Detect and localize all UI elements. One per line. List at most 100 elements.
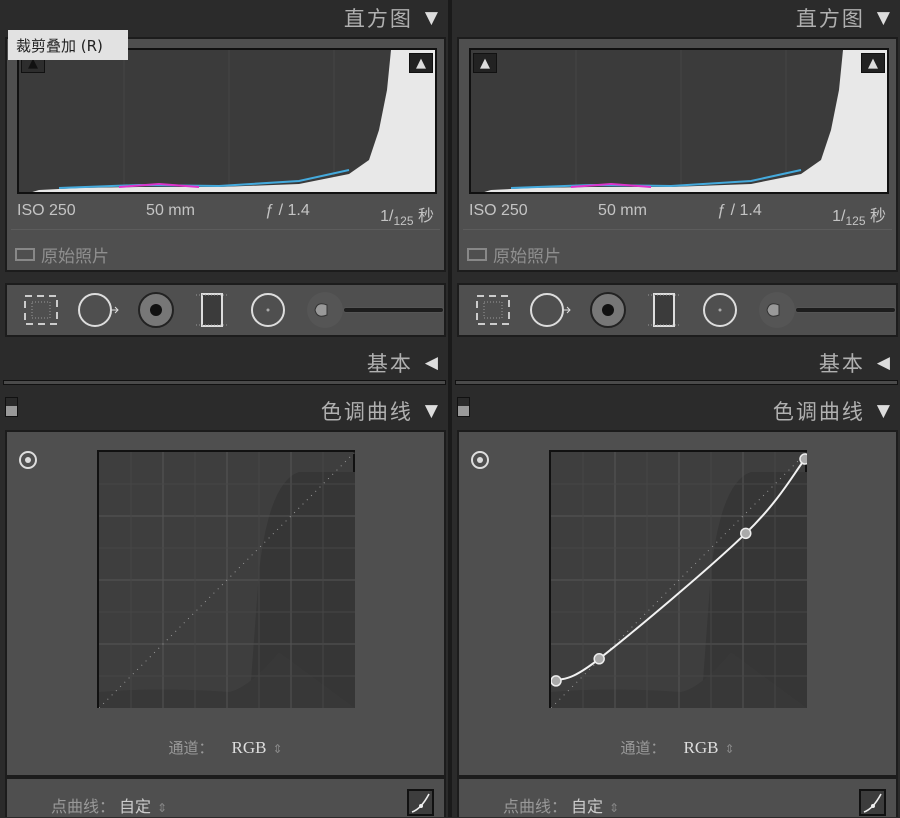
shutter-den: 125 — [393, 214, 414, 229]
shadow-clipping-toggle[interactable]: ▲ — [473, 53, 497, 73]
point-curve-edit-button[interactable] — [859, 789, 886, 816]
histogram-panel: ▲ ▲ ISO 250 50 mm ƒ / 1.4 1/125 秒 原始照片 — [5, 37, 446, 272]
collapse-triangle-icon[interactable]: ▼ — [877, 8, 892, 28]
highlight-clipping-toggle[interactable]: ▲ — [409, 53, 433, 73]
graduated-filter-button[interactable] — [644, 289, 684, 331]
spot-removal-icon — [78, 293, 120, 327]
targeted-adjustment-icon[interactable] — [19, 451, 37, 469]
tone-curve-panel: 通道： RGB ⇕ — [5, 430, 446, 777]
point-curve-edit-button[interactable] — [407, 789, 434, 816]
tone-curve-graph[interactable] — [97, 450, 356, 709]
brush-icon — [758, 292, 795, 328]
brush-icon — [306, 292, 343, 328]
updown-icon[interactable]: ⇕ — [609, 801, 619, 815]
histogram-luminance — [484, 50, 887, 192]
histogram-header[interactable]: 直方图 ▼ — [452, 0, 900, 36]
radial-filter-icon — [251, 293, 286, 327]
basic-header[interactable]: 基本 ◀ — [0, 345, 448, 381]
tone-curve-title: 色调曲线 — [772, 400, 865, 424]
shutter-num: 1/ — [380, 208, 394, 225]
shutter-speed: 1/125 秒 — [380, 202, 434, 228]
channel-select[interactable]: RGB — [231, 738, 266, 757]
shutter-den: 125 — [845, 214, 866, 229]
focal-length: 50 mm — [598, 202, 647, 219]
develop-panel-before: 直方图 ▼ ▲ ▲ ISO 250 50 mm ƒ / 1.4 1/125 秒 原… — [0, 0, 448, 817]
collapse-triangle-icon[interactable]: ▼ — [425, 8, 440, 28]
original-photo-label: 原始照片 — [41, 247, 109, 267]
channel-row: 通道： RGB ⇕ — [7, 737, 444, 758]
brush-size-slider[interactable] — [342, 307, 444, 313]
adjustment-brush-button[interactable] — [305, 289, 345, 331]
histogram-chart: ▲ ▲ — [17, 48, 437, 194]
develop-panel-after: 直方图 ▼ ▲ ▲ ISO 250 50 mm ƒ / 1.4 1/125 秒 原… — [452, 0, 900, 817]
tool-strip — [5, 283, 446, 337]
spot-removal-button[interactable] — [77, 289, 120, 331]
shutter-num: 1/ — [832, 208, 846, 225]
curve-point[interactable] — [799, 453, 811, 465]
updown-icon[interactable]: ⇕ — [157, 801, 167, 815]
checkbox-icon[interactable] — [467, 248, 487, 261]
graduated-filter-button[interactable] — [192, 289, 232, 331]
histogram-title: 直方图 — [795, 7, 865, 31]
curve-icon — [411, 793, 430, 813]
original-photo-checkbox[interactable]: 原始照片 — [15, 242, 109, 267]
updown-icon[interactable]: ⇕ — [724, 742, 734, 756]
shutter-speed: 1/125 秒 — [832, 202, 886, 228]
shutter-unit: 秒 — [869, 208, 886, 225]
original-photo-checkbox[interactable]: 原始照片 — [467, 242, 561, 267]
checkbox-icon[interactable] — [15, 248, 35, 261]
adjustment-brush-button[interactable] — [757, 289, 797, 331]
radial-filter-button[interactable] — [248, 289, 288, 331]
channel-label: 通道： — [620, 739, 666, 757]
point-curve-select[interactable]: 自定 — [571, 797, 603, 816]
spot-removal-button[interactable] — [529, 289, 572, 331]
red-eye-button[interactable] — [135, 289, 175, 331]
expand-triangle-icon[interactable]: ◀ — [877, 353, 892, 373]
curve-point[interactable] — [550, 675, 562, 687]
divider — [11, 229, 440, 230]
brush-size-slider[interactable] — [794, 307, 896, 313]
panel-strip — [3, 380, 446, 385]
exif-info: ISO 250 50 mm ƒ / 1.4 1/125 秒 — [469, 202, 886, 228]
updown-icon[interactable]: ⇕ — [272, 742, 282, 756]
curve-point[interactable] — [593, 653, 605, 665]
highlight-clipping-toggle[interactable]: ▲ — [861, 53, 885, 73]
histogram-title: 直方图 — [343, 7, 413, 31]
tone-curve-graph[interactable] — [549, 450, 811, 709]
aperture: ƒ / 1.4 — [265, 202, 310, 219]
channel-select[interactable]: RGB — [683, 738, 718, 757]
crop-tool-button[interactable] — [473, 289, 513, 331]
curve-point[interactable] — [740, 527, 752, 540]
tone-curve-header[interactable]: 色调曲线 ▼ — [0, 393, 448, 429]
red-eye-button[interactable] — [587, 289, 627, 331]
tone-curve-header[interactable]: 色调曲线 ▼ — [452, 393, 900, 429]
tone-curve-panel: 通道： RGB ⇕ — [457, 430, 898, 777]
collapse-triangle-icon[interactable]: ▼ — [877, 401, 892, 421]
crop-overlay-tooltip: 裁剪叠加 (R) — [8, 30, 128, 60]
targeted-adjustment-icon[interactable] — [471, 451, 489, 469]
crop-tool-button[interactable] — [21, 289, 61, 331]
radial-filter-icon — [703, 293, 738, 327]
collapse-triangle-icon[interactable]: ▼ — [425, 401, 440, 421]
histogram-chart: ▲ ▲ — [469, 48, 889, 194]
graduated-filter-icon — [647, 293, 680, 327]
crop-icon — [476, 295, 511, 325]
crop-icon — [24, 295, 59, 325]
spot-removal-icon — [530, 293, 572, 327]
point-curve-row: 点曲线： 自定 ⇕ — [457, 777, 898, 817]
expand-triangle-icon[interactable]: ◀ — [425, 353, 440, 373]
channel-label: 通道： — [168, 739, 214, 757]
histogram-luminance — [32, 50, 435, 192]
iso-value: ISO 250 — [17, 202, 76, 219]
tone-curve-title: 色调曲线 — [320, 400, 413, 424]
point-curve-label: 点曲线： — [503, 797, 568, 816]
divider — [463, 229, 892, 230]
aperture: ƒ / 1.4 — [717, 202, 762, 219]
point-curve-label: 点曲线： — [51, 797, 116, 816]
eye-icon — [589, 292, 626, 328]
original-photo-label: 原始照片 — [493, 247, 561, 267]
basic-header[interactable]: 基本 ◀ — [452, 345, 900, 381]
radial-filter-button[interactable] — [700, 289, 740, 331]
basic-title: 基本 — [818, 352, 865, 376]
point-curve-select[interactable]: 自定 — [119, 797, 151, 816]
